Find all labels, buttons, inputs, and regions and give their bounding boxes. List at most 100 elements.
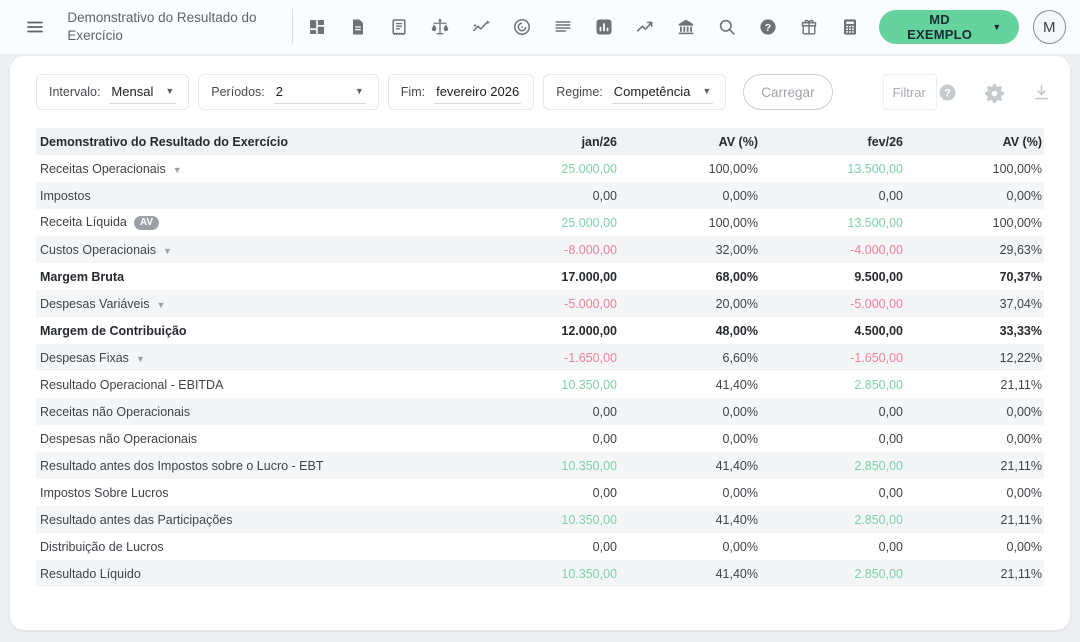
expand-caret-icon[interactable]: ▼ bbox=[157, 300, 166, 310]
row-label: Despesas não Operacionais bbox=[40, 431, 198, 446]
report-card: Intervalo: Mensal ▼ Períodos: 2 ▼ Fim: f… bbox=[10, 56, 1070, 630]
row-label: Distribuição de Lucros bbox=[40, 539, 164, 554]
document-icon[interactable] bbox=[338, 7, 379, 47]
filter-input[interactable] bbox=[882, 74, 937, 110]
cell-value: 0,00% bbox=[722, 485, 758, 500]
cell-value: 33,33% bbox=[999, 323, 1042, 338]
cell-value: 41,40% bbox=[715, 377, 758, 392]
cell-value: 48,00% bbox=[715, 323, 758, 338]
row-label: Resultado antes dos Impostos sobre o Luc… bbox=[40, 458, 324, 473]
sparkline-icon[interactable] bbox=[461, 7, 502, 47]
menu-icon[interactable] bbox=[16, 8, 53, 46]
cell-value: 0,00 bbox=[878, 539, 903, 554]
periods-select[interactable]: 2 ▼ bbox=[273, 81, 366, 104]
cell-value: 21,11% bbox=[1000, 566, 1042, 581]
expand-caret-icon[interactable]: ▼ bbox=[173, 165, 182, 175]
cell-value: 0,00% bbox=[1006, 485, 1042, 500]
cell-value: 13.500,00 bbox=[847, 215, 903, 230]
cell-value: 0,00% bbox=[1006, 404, 1042, 419]
column-header: AV (%) bbox=[718, 134, 758, 149]
row-label: Margem Bruta bbox=[40, 269, 125, 284]
account-button[interactable]: MD EXEMPLO ▼ bbox=[878, 10, 1019, 44]
cell-value: 0,00 bbox=[592, 539, 617, 554]
bank-icon[interactable] bbox=[666, 7, 707, 47]
cell-value: 2.850,00 bbox=[854, 458, 903, 473]
cell-value: 0,00 bbox=[878, 431, 903, 446]
cell-value: 21,11% bbox=[1000, 377, 1042, 392]
dre-table: Demonstrativo do Resultado do Exercício … bbox=[36, 128, 1044, 587]
cell-value: 0,00% bbox=[722, 404, 758, 419]
cell-value: 70,37% bbox=[999, 269, 1042, 284]
cell-value: 12.000,00 bbox=[561, 323, 617, 338]
scales-icon[interactable] bbox=[420, 7, 461, 47]
regime-select[interactable]: Competência ▼ bbox=[611, 81, 714, 104]
cell-value: 0,00 bbox=[878, 404, 903, 419]
regime-label: Regime: bbox=[556, 85, 603, 99]
interval-value: Mensal bbox=[111, 83, 154, 99]
chevron-down-icon: ▼ bbox=[702, 86, 712, 96]
filter-actions: ? bbox=[937, 82, 1080, 103]
table-row: Resultado Líquido 10.350,00 41,40% 2.850,00… bbox=[36, 560, 1044, 587]
target-icon[interactable] bbox=[502, 7, 543, 47]
row-label: Margem de Contribuição bbox=[40, 323, 187, 338]
cell-value: 100,00% bbox=[992, 161, 1042, 176]
divider bbox=[291, 10, 293, 44]
interval-select[interactable]: Mensal ▼ bbox=[109, 81, 177, 104]
table-title: Demonstrativo do Resultado do Exercício bbox=[40, 134, 288, 149]
page-title: Demonstrativo do Resultado do Exercício bbox=[67, 10, 257, 43]
load-button[interactable]: Carregar bbox=[743, 74, 833, 110]
table-header-row: Demonstrativo do Resultado do Exercício … bbox=[36, 128, 1044, 155]
cell-value: 21,11% bbox=[1000, 458, 1042, 473]
receipt-icon[interactable] bbox=[379, 7, 420, 47]
gift-icon[interactable] bbox=[789, 7, 830, 47]
cell-value: 2.850,00 bbox=[854, 512, 903, 527]
interval-label: Intervalo: bbox=[49, 85, 101, 99]
row-label: Impostos Sobre Lucros bbox=[40, 485, 169, 500]
row-label: Despesas Fixas ▼ bbox=[40, 350, 145, 365]
account-label: MD EXEMPLO bbox=[907, 12, 973, 42]
cell-value: 68,00% bbox=[715, 269, 758, 284]
help-icon[interactable]: ? bbox=[937, 82, 958, 103]
cell-value: 13.500,00 bbox=[847, 161, 903, 176]
cell-value: -1.650,00 bbox=[564, 350, 617, 365]
help-icon[interactable]: ? bbox=[748, 7, 789, 47]
bar-chart-icon[interactable] bbox=[584, 7, 625, 47]
cell-value: 17.000,00 bbox=[561, 269, 617, 284]
cell-value: 0,00 bbox=[592, 485, 617, 500]
calculator-icon[interactable] bbox=[830, 7, 871, 47]
cell-value: 0,00 bbox=[592, 188, 617, 203]
download-icon[interactable] bbox=[1031, 82, 1052, 103]
search-icon[interactable] bbox=[707, 7, 748, 47]
row-label: Resultado Operacional - EBITDA bbox=[40, 377, 224, 392]
column-header: fev/26 bbox=[867, 134, 903, 149]
text-lines-icon[interactable] bbox=[543, 7, 584, 47]
table-row: Despesas Variáveis ▼ -5.000,00 20,00% -5.000… bbox=[36, 290, 1044, 317]
settings-icon[interactable] bbox=[984, 82, 1005, 103]
table-row: Impostos Sobre Lucros 0,00 0,00% 0,00 0,00% bbox=[36, 479, 1044, 506]
av-badge: AV bbox=[133, 215, 160, 230]
expand-caret-icon[interactable]: ▼ bbox=[163, 246, 172, 256]
cell-value: 21,11% bbox=[1000, 512, 1042, 527]
svg-text:?: ? bbox=[765, 22, 771, 34]
cell-value: 10.350,00 bbox=[561, 512, 617, 527]
cell-value: -5.000,00 bbox=[564, 296, 617, 311]
row-label: Impostos bbox=[40, 188, 91, 203]
topbar-nav: ? bbox=[297, 7, 871, 47]
periods-filter: Períodos: 2 ▼ bbox=[198, 74, 379, 110]
dashboard-icon[interactable] bbox=[297, 7, 338, 47]
table-row: Despesas não Operacionais 0,00 0,00% 0,00 0,… bbox=[36, 425, 1044, 452]
trending-up-icon[interactable] bbox=[625, 7, 666, 47]
row-label: Resultado antes das Participações bbox=[40, 512, 233, 527]
cell-value: 2.850,00 bbox=[854, 566, 903, 581]
table-row: Distribuição de Lucros 0,00 0,00% 0,00 0,00% bbox=[36, 533, 1044, 560]
chevron-down-icon: ▼ bbox=[354, 86, 364, 96]
periods-value: 2 bbox=[275, 83, 284, 99]
table-row: Receitas não Operacionais 0,00 0,00% 0,00 0,… bbox=[36, 398, 1044, 425]
avatar[interactable]: M bbox=[1032, 10, 1066, 44]
end-date-field[interactable]: fevereiro 2026 bbox=[434, 81, 522, 104]
cell-value: 0,00% bbox=[1006, 539, 1042, 554]
cell-value: 0,00% bbox=[1006, 431, 1042, 446]
expand-caret-icon[interactable]: ▼ bbox=[136, 354, 145, 364]
interval-filter: Intervalo: Mensal ▼ bbox=[36, 74, 190, 110]
row-label: Resultado Líquido bbox=[40, 566, 141, 581]
